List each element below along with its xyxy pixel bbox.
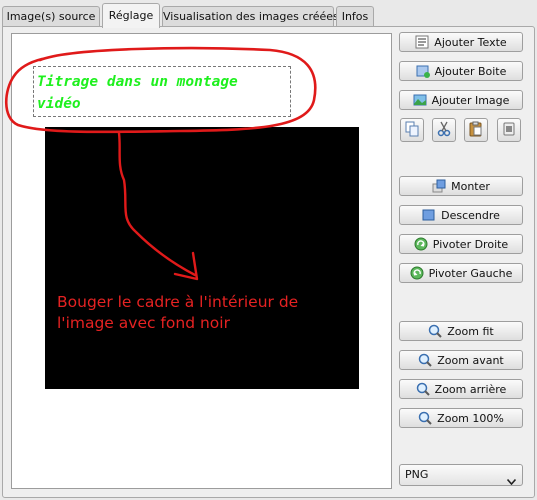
cut-icon xyxy=(436,121,452,140)
lower-label: Descendre xyxy=(441,208,500,222)
copy-icon xyxy=(404,121,420,140)
zoom-out-label: Zoom arrière xyxy=(434,382,507,396)
rotate-left-icon xyxy=(410,266,424,280)
title-text[interactable]: Titrage dans un montage vidéo xyxy=(37,71,289,115)
tab-visualisation[interactable]: Visualisation des images créées xyxy=(162,6,339,27)
black-background-image[interactable] xyxy=(45,127,359,389)
rotate-left-label: Pivoter Gauche xyxy=(428,266,513,280)
box-icon xyxy=(416,64,430,78)
zoom-in-button[interactable]: Zoom avant xyxy=(399,350,523,370)
rotate-left-button[interactable]: Pivoter Gauche xyxy=(399,263,523,283)
raise-label: Monter xyxy=(451,179,490,193)
add-box-button[interactable]: Ajouter Boite xyxy=(399,61,523,81)
zoom-in-label: Zoom avant xyxy=(437,353,504,367)
zoom-100-button[interactable]: Zoom 100% xyxy=(399,408,523,428)
cut-button[interactable] xyxy=(432,118,456,142)
add-box-label: Ajouter Boite xyxy=(434,64,507,78)
chevron-down-icon xyxy=(506,472,517,492)
zoom-fit-button[interactable]: Zoom fit xyxy=(399,321,523,341)
image-icon xyxy=(413,93,427,107)
rotate-right-label: Pivoter Droite xyxy=(432,237,509,251)
magnifier-icon xyxy=(428,324,442,338)
zoom-100-label: Zoom 100% xyxy=(437,411,504,425)
delete-button[interactable] xyxy=(497,118,521,142)
output-format-select[interactable]: PNG xyxy=(399,464,523,486)
rotate-right-button[interactable]: Pivoter Droite xyxy=(399,234,523,254)
add-text-label: Ajouter Texte xyxy=(434,35,507,49)
zoom-fit-label: Zoom fit xyxy=(447,324,494,338)
add-text-button[interactable]: Ajouter Texte xyxy=(399,32,523,52)
tab-image-sources[interactable]: Image(s) source xyxy=(2,6,100,27)
tab-reglage[interactable]: Réglage xyxy=(102,3,160,28)
zoom-in-icon xyxy=(418,353,432,367)
instruction-text: Bouger le cadre à l'intérieur de l'image… xyxy=(57,293,299,332)
raise-button[interactable]: Monter xyxy=(399,176,523,196)
raise-layer-icon xyxy=(432,179,446,193)
paste-icon xyxy=(468,121,484,140)
tab-infos[interactable]: Infos xyxy=(336,6,374,27)
paste-button[interactable] xyxy=(464,118,488,142)
lower-button[interactable]: Descendre xyxy=(399,205,523,225)
zoom-out-button[interactable]: Zoom arrière xyxy=(399,379,523,399)
lower-layer-icon xyxy=(422,208,436,222)
delete-icon xyxy=(501,121,517,140)
add-image-label: Ajouter Image xyxy=(431,93,510,107)
text-icon xyxy=(415,35,429,49)
zoom-out-icon xyxy=(416,382,430,396)
output-format-value: PNG xyxy=(405,468,429,481)
add-image-button[interactable]: Ajouter Image xyxy=(399,90,523,110)
rotate-right-icon xyxy=(414,237,428,251)
copy-button[interactable] xyxy=(400,118,424,142)
zoom-100-icon xyxy=(418,411,432,425)
